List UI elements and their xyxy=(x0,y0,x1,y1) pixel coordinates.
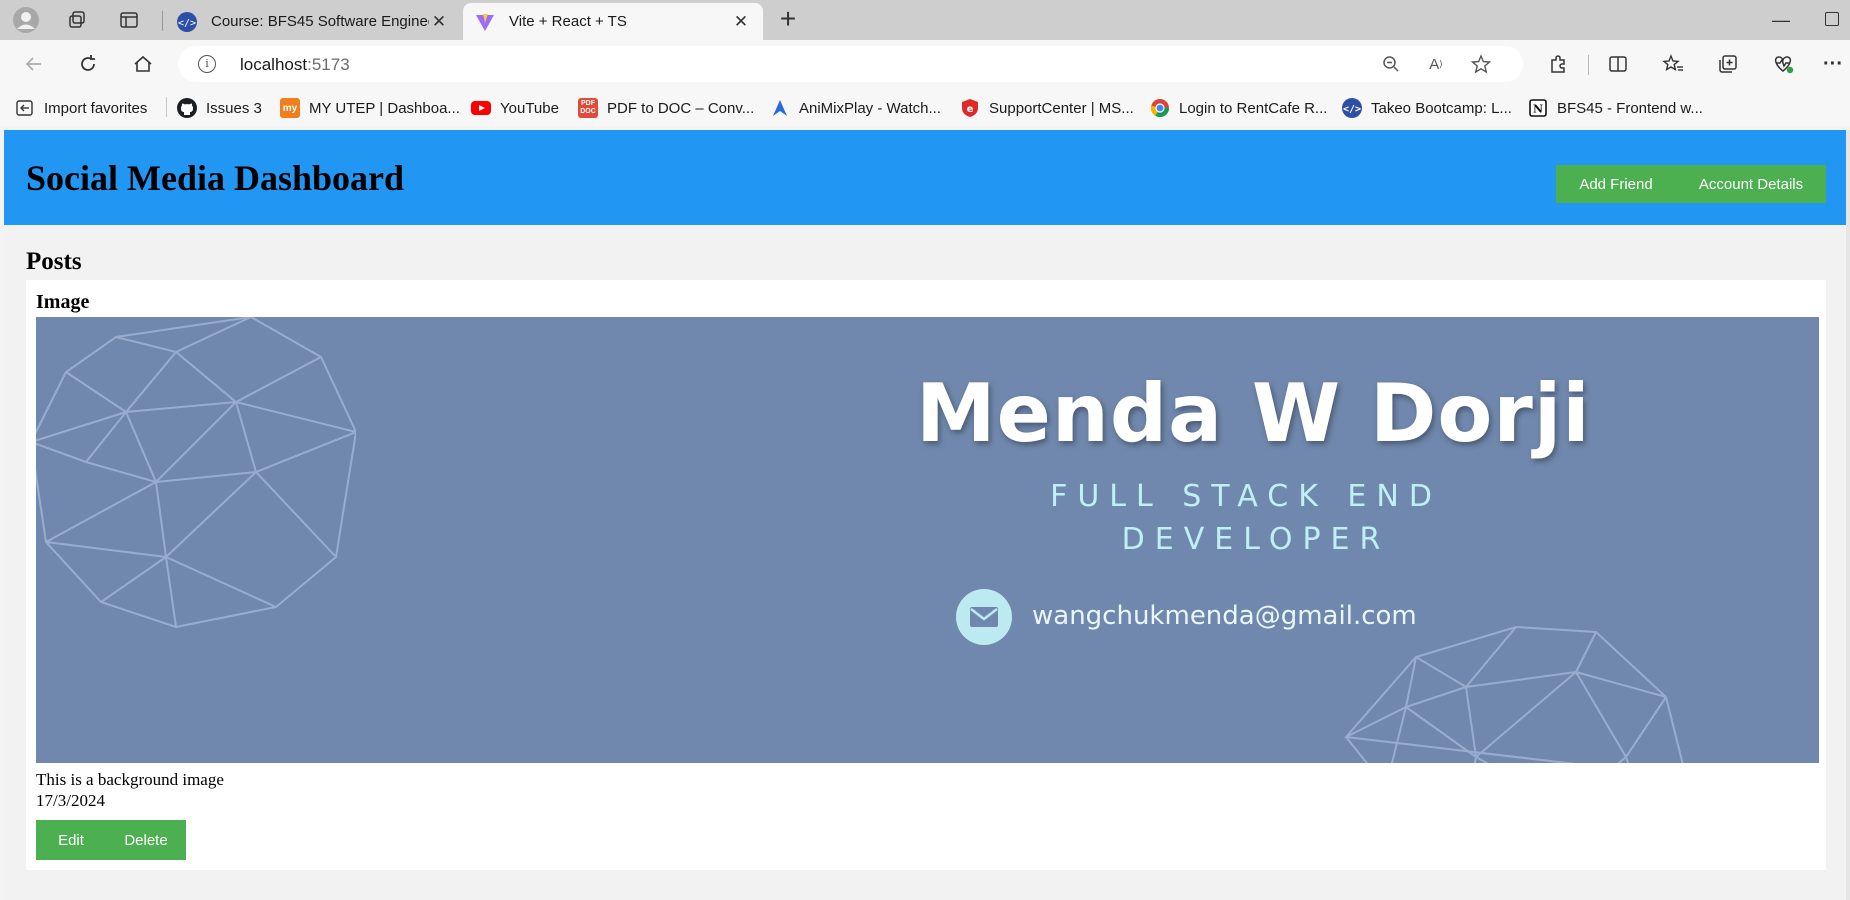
tab-title: Vite + React + TS xyxy=(509,13,627,30)
toolbar-divider xyxy=(1588,55,1589,75)
minimize-icon[interactable]: — xyxy=(1772,10,1792,31)
bookmarks-bar: Import favorites Issues 3 my MY UTEP | D… xyxy=(0,88,1850,126)
browser-toolbar: i localhost:5173 A ⟩ ··· xyxy=(0,40,1850,88)
workspaces-icon[interactable] xyxy=(64,7,90,33)
tab-title: Course: BFS45 Software Engineer xyxy=(211,13,429,30)
extensions-icon[interactable] xyxy=(1545,51,1571,77)
import-icon xyxy=(15,98,35,118)
bookmark-label: MY UTEP | Dashboa... xyxy=(309,99,460,117)
account-details-button[interactable]: Account Details xyxy=(1676,165,1826,203)
youtube-icon xyxy=(471,98,491,118)
new-tab-button[interactable]: + xyxy=(772,5,804,34)
notion-icon: N xyxy=(1528,98,1548,118)
post-date: 17/3/2024 xyxy=(36,791,105,810)
bookmark-label: SupportCenter | MS... xyxy=(989,99,1134,117)
svg-text:</>: </> xyxy=(1343,104,1361,115)
bookmark-issues[interactable]: Issues 3 xyxy=(177,97,262,119)
home-icon[interactable] xyxy=(130,51,156,77)
bookmark-import-favorites[interactable]: Import favorites xyxy=(15,97,147,119)
tab-actions-icon[interactable] xyxy=(116,7,142,33)
post-card: Image Menda W Dorji FULL STACK END DEVEL… xyxy=(26,280,1826,870)
refresh-icon[interactable] xyxy=(75,51,101,77)
profile-icon[interactable] xyxy=(13,7,39,33)
bookmark-label: Import favorites xyxy=(44,99,148,117)
bookmark-youtube[interactable]: YouTube xyxy=(471,97,559,119)
page-scrollbar[interactable] xyxy=(1846,130,1850,900)
bookmark-takeo-bootcamp[interactable]: </> Takeo Bootcamp: L... xyxy=(1342,97,1512,119)
tab-vite[interactable]: Vite + React + TS ✕ xyxy=(463,3,763,40)
bookmark-label: AniMixPlay - Watch... xyxy=(799,99,941,117)
add-friend-button[interactable]: Add Friend xyxy=(1556,165,1676,203)
tab-close-icon[interactable]: ✕ xyxy=(731,12,751,32)
svg-text:N: N xyxy=(1533,103,1543,116)
site-info-icon[interactable]: i xyxy=(198,55,216,73)
animix-icon xyxy=(770,98,790,118)
bookmark-utep[interactable]: my MY UTEP | Dashboa... xyxy=(280,97,460,119)
shield-icon: e xyxy=(960,98,980,118)
vite-icon xyxy=(475,12,495,32)
banner-name: Menda W Dorji xyxy=(916,367,1591,460)
mail-icon xyxy=(956,589,1012,645)
bookmark-pdf-to-doc[interactable]: PDF DOC PDF to DOC – Conv... xyxy=(578,97,754,119)
bookmark-label: Issues 3 xyxy=(206,99,262,117)
page-viewport: Social Media Dashboard Add Friend Accoun… xyxy=(4,130,1846,900)
post-title: Image xyxy=(36,291,90,313)
geodesic-sphere-right xyxy=(1343,625,1684,763)
github-icon xyxy=(177,98,197,118)
chrome-icon xyxy=(1150,98,1170,118)
bookmark-label: BFS45 - Frontend w... xyxy=(1557,99,1703,117)
health-icon[interactable] xyxy=(1770,51,1796,77)
app-header: Social Media Dashboard Add Friend Accoun… xyxy=(4,130,1846,225)
edit-button[interactable]: Edit xyxy=(36,820,106,860)
bookmark-animixplay[interactable]: AniMixPlay - Watch... xyxy=(770,97,941,119)
svg-text:</>: </> xyxy=(178,18,196,29)
post-description: This is a background image xyxy=(36,770,224,789)
geodesic-sphere-left xyxy=(36,317,356,629)
split-screen-icon[interactable] xyxy=(1605,51,1631,77)
collections-icon[interactable] xyxy=(1715,51,1741,77)
utep-icon: my xyxy=(280,98,300,118)
more-options-icon[interactable]: ··· xyxy=(1820,51,1846,77)
bookmark-bfs45-frontend[interactable]: N BFS45 - Frontend w... xyxy=(1528,97,1703,119)
tab-close-icon[interactable]: ✕ xyxy=(429,12,449,32)
address-bar[interactable]: i localhost:5173 A ⟩ xyxy=(178,46,1523,82)
bookmark-label: PDF to DOC – Conv... xyxy=(607,99,755,117)
bookmarks-divider xyxy=(166,97,167,117)
pdf-icon: PDF DOC xyxy=(578,98,598,118)
banner-role-line1: FULL STACK END xyxy=(1050,479,1442,514)
post-image: Menda W Dorji FULL STACK END DEVELOPER w… xyxy=(36,317,1819,763)
tab-strip: </> Course: BFS45 Software Engineer ✕ Vi… xyxy=(0,0,1850,40)
svg-text:e: e xyxy=(967,104,974,115)
maximize-icon[interactable] xyxy=(1825,12,1839,26)
delete-button[interactable]: Delete xyxy=(106,820,186,860)
favorites-icon[interactable] xyxy=(1660,51,1686,77)
bookmark-label: Takeo Bootcamp: L... xyxy=(1371,99,1512,117)
takeo-icon: </> xyxy=(177,11,197,32)
tab-course[interactable]: </> Course: BFS45 Software Engineer ✕ xyxy=(165,3,461,40)
bookmark-rentcafe[interactable]: Login to RentCafe R... xyxy=(1150,97,1327,119)
url-text[interactable]: localhost:5173 xyxy=(240,55,350,75)
zoom-out-icon[interactable] xyxy=(1381,54,1401,74)
banner-role-line2: DEVELOPER xyxy=(1121,522,1391,557)
bookmark-supportcenter[interactable]: e SupportCenter | MS... xyxy=(960,97,1134,119)
read-aloud-icon[interactable]: A ⟩ xyxy=(1426,54,1446,74)
bookmark-label: YouTube xyxy=(500,99,559,117)
back-icon[interactable] xyxy=(21,51,47,77)
posts-heading: Posts xyxy=(26,248,82,275)
bookmark-label: Login to RentCafe R... xyxy=(1179,99,1328,117)
tab-divider xyxy=(162,11,163,31)
takeo-icon: </> xyxy=(1342,98,1362,118)
app-title: Social Media Dashboard xyxy=(26,158,405,198)
banner-email: wangchukmenda@gmail.com xyxy=(1032,601,1417,631)
favorite-star-icon[interactable] xyxy=(1471,54,1491,74)
